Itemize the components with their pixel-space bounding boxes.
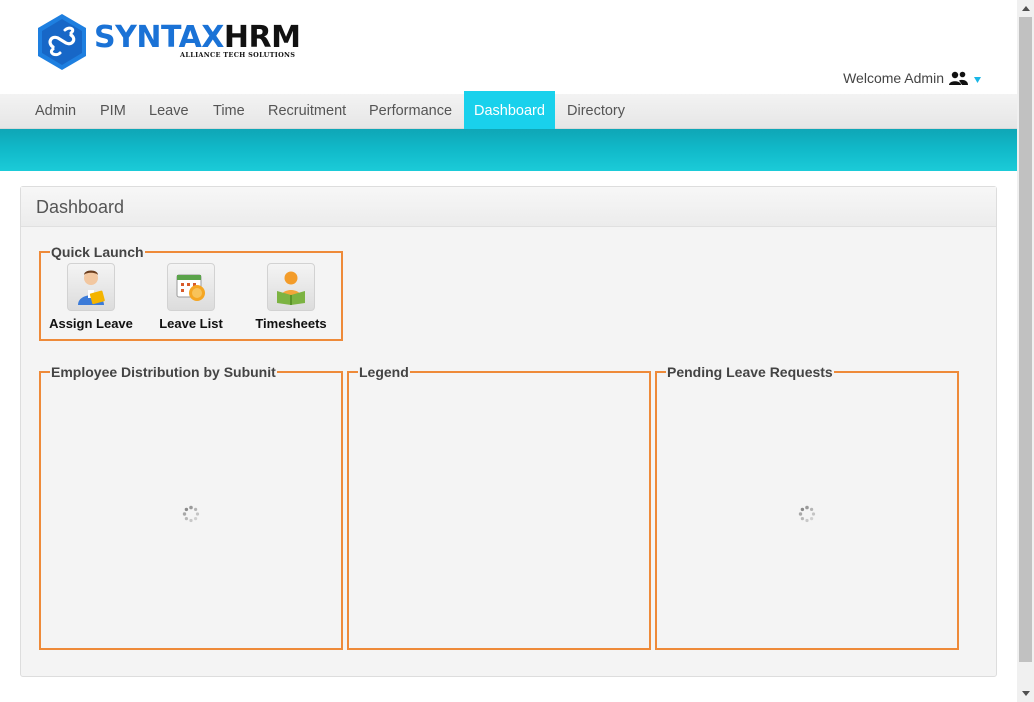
main-nav: Admin PIM Leave Time Recruitment Perform…	[0, 91, 1017, 131]
employee-distribution-widget: Employee Distribution by Subunit	[39, 365, 343, 650]
nav-item-recruitment[interactable]: Recruitment	[258, 94, 356, 129]
logo-wordmark: SYNTAXHRM	[94, 20, 301, 55]
quick-launch-assign-leave[interactable]: Assign Leave	[41, 263, 141, 331]
page: SYNTAXHRM ALLIANCE TECH SOLUTIONS Welcom…	[0, 0, 1017, 702]
welcome-menu[interactable]: Welcome Admin	[843, 69, 981, 87]
nav-item-leave[interactable]: Leave	[139, 94, 199, 129]
loading-spinner-icon	[182, 505, 200, 528]
nav-item-pim[interactable]: PIM	[90, 94, 136, 129]
legend-widget: Legend	[347, 365, 651, 650]
quick-launch-box: Quick Launch Assign Leave Leave List Tim…	[39, 245, 343, 341]
assign-leave-label: Assign Leave	[49, 316, 133, 331]
welcome-text: Welcome Admin	[843, 70, 944, 86]
quick-launch-timesheets[interactable]: Timesheets	[241, 263, 341, 331]
logo-syntax-text: SYNTAX	[94, 20, 224, 55]
scroll-up-arrow-icon[interactable]	[1017, 0, 1034, 17]
dashboard-panel: Dashboard Quick Launch Assign Leave Leav…	[20, 186, 997, 677]
loading-spinner-icon	[798, 505, 816, 528]
logo-hexagon-icon	[38, 14, 86, 70]
header-band	[0, 129, 1017, 171]
quick-launch-title: Quick Launch	[51, 244, 144, 260]
employee-distribution-title: Employee Distribution by Subunit	[51, 364, 276, 380]
vertical-scrollbar[interactable]	[1017, 0, 1034, 702]
page-title: Dashboard	[36, 197, 125, 217]
leave-list-label: Leave List	[159, 316, 223, 331]
panel-header: Dashboard	[21, 187, 996, 227]
logo-subtitle: ALLIANCE TECH SOLUTIONS	[180, 51, 296, 59]
nav-item-directory[interactable]: Directory	[557, 94, 635, 129]
user-group-icon	[949, 71, 969, 85]
timesheets-icon	[267, 263, 315, 311]
scroll-down-arrow-icon[interactable]	[1017, 685, 1034, 702]
nav-item-dashboard[interactable]: Dashboard	[464, 91, 555, 131]
timesheets-label: Timesheets	[255, 316, 327, 331]
quick-launch-leave-list[interactable]: Leave List	[141, 263, 241, 331]
assign-leave-icon	[67, 263, 115, 311]
logo-hrm-text: HRM	[223, 20, 301, 55]
nav-item-time[interactable]: Time	[203, 94, 255, 129]
pending-leave-requests-title: Pending Leave Requests	[667, 364, 833, 380]
syntaxhrm-logo[interactable]: SYNTAXHRM ALLIANCE TECH SOLUTIONS	[36, 13, 301, 71]
chevron-down-icon	[974, 70, 981, 86]
pending-leave-requests-widget: Pending Leave Requests	[655, 365, 959, 650]
nav-item-admin[interactable]: Admin	[25, 94, 86, 129]
scrollbar-thumb[interactable]	[1019, 17, 1032, 662]
nav-item-performance[interactable]: Performance	[359, 94, 462, 129]
legend-title: Legend	[359, 364, 409, 380]
leave-list-icon	[167, 263, 215, 311]
